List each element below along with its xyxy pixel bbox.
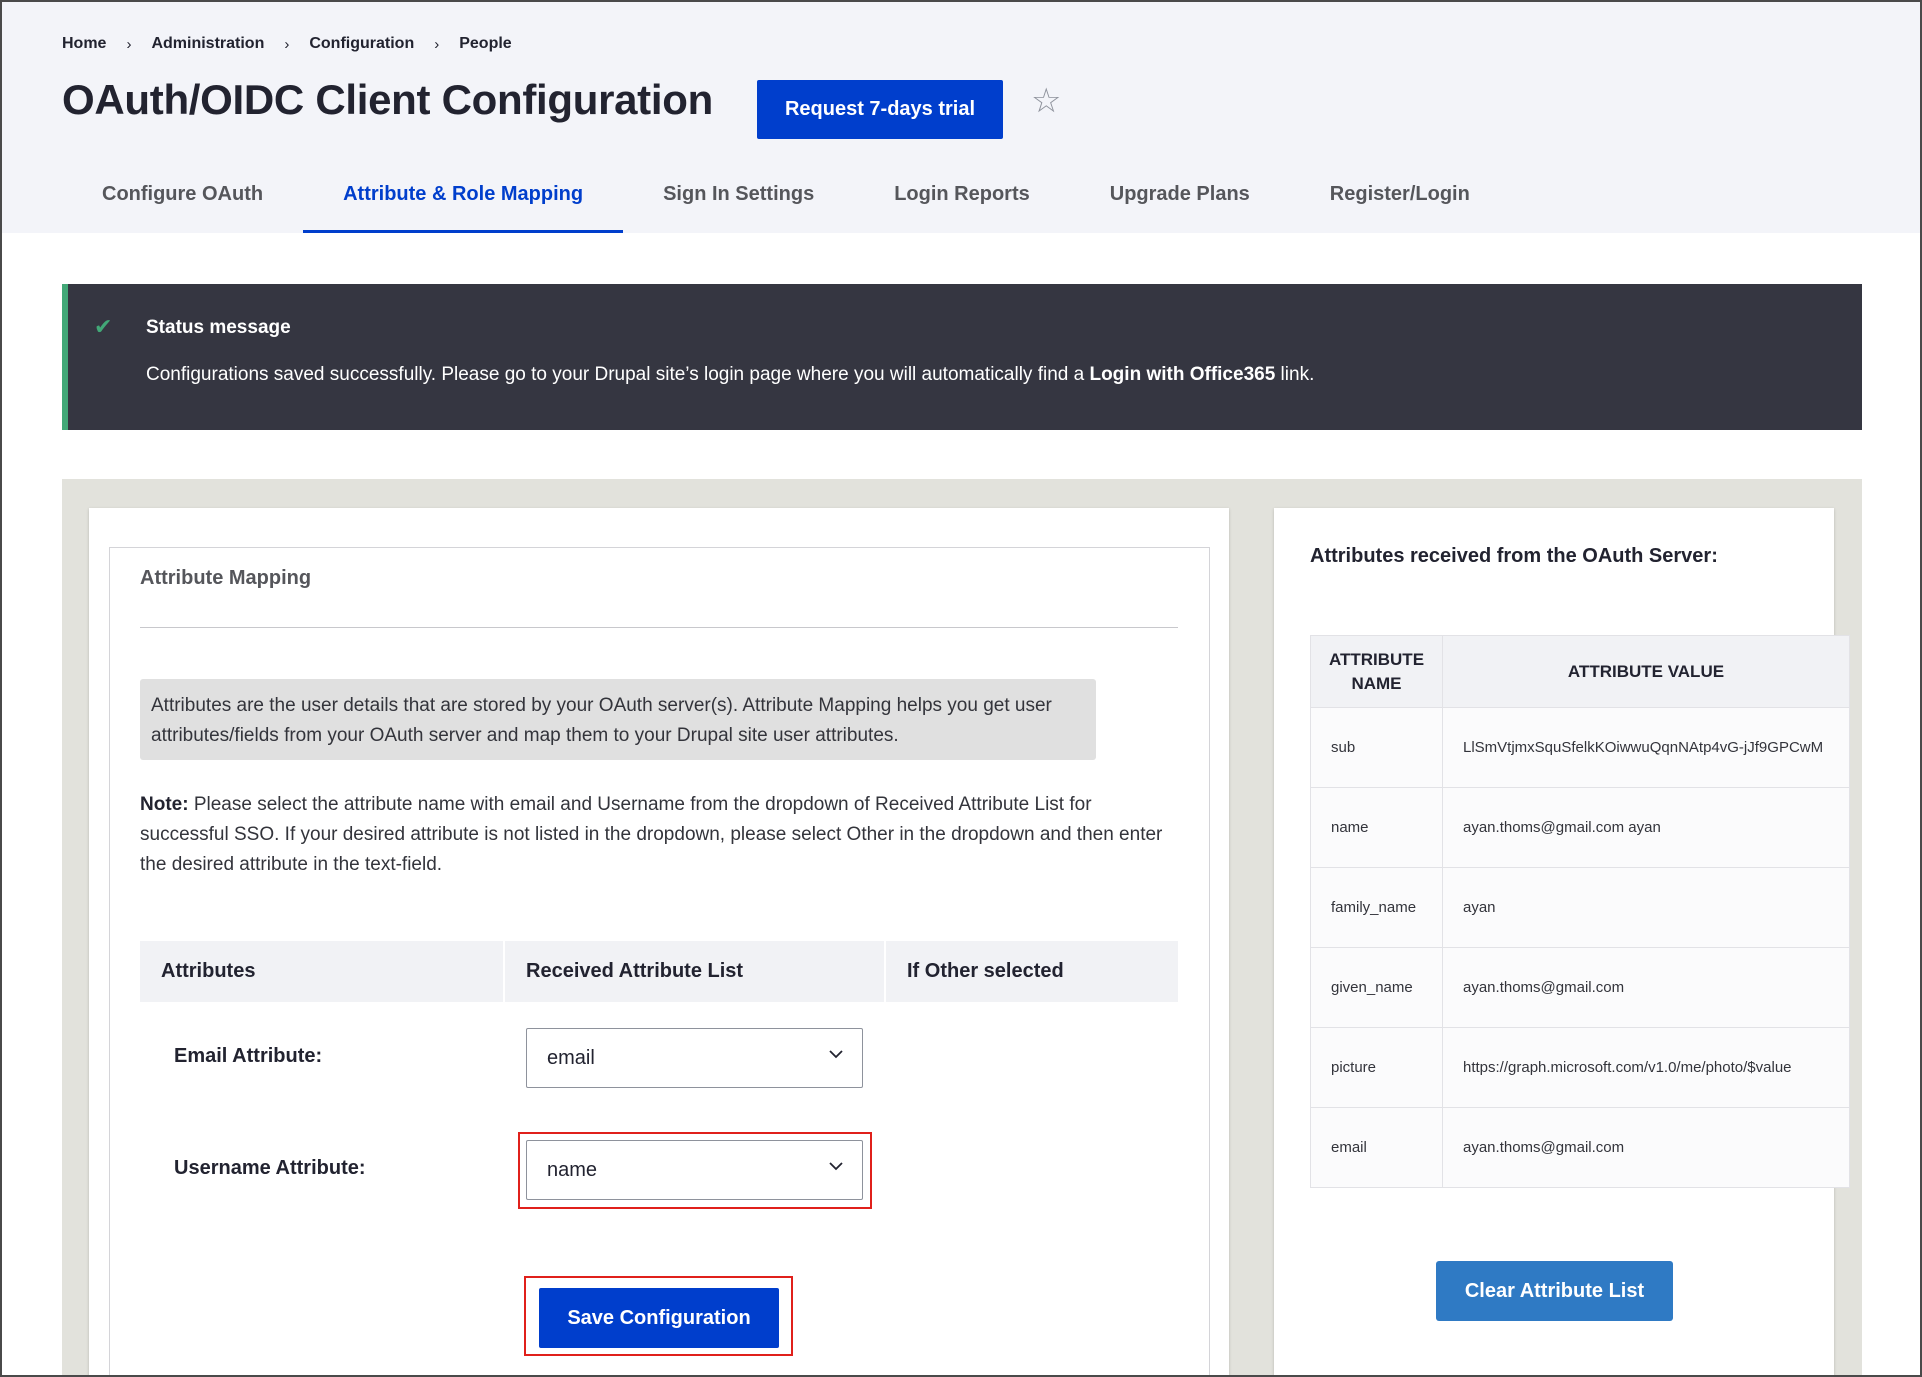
attribute-name-cell: family_name <box>1310 867 1443 948</box>
breadcrumb-separator: › <box>434 35 440 53</box>
table-header-row: ATTRIBUTE NAME ATTRIBUTE VALUE <box>1310 635 1850 708</box>
status-text-suffix: link. <box>1275 364 1315 385</box>
note-text: Note: Please select the attribute name w… <box>140 790 1180 880</box>
breadcrumb-separator: › <box>126 35 132 53</box>
email-attribute-select[interactable]: email <box>526 1028 863 1088</box>
mapping-table: Attributes Received Attribute List If Ot… <box>140 941 1178 1002</box>
attribute-mapping-legend: Attribute Mapping <box>140 567 312 589</box>
status-text: Configurations saved successfully. Pleas… <box>146 364 1314 386</box>
breadcrumb-home[interactable]: Home <box>62 35 106 53</box>
save-configuration-button[interactable]: Save Configuration <box>539 1288 779 1348</box>
tab-attribute-role-mapping[interactable]: Attribute & Role Mapping <box>303 183 624 233</box>
attribute-value-cell: ayan.thoms@gmail.com <box>1442 947 1850 1028</box>
table-row: email ayan.thoms@gmail.com <box>1310 1107 1850 1188</box>
tab-register-login[interactable]: Register/Login <box>1290 183 1510 233</box>
chevron-down-icon <box>829 1050 843 1059</box>
chevron-down-icon <box>829 1162 843 1171</box>
breadcrumb-administration[interactable]: Administration <box>151 35 264 53</box>
note-label: Note: <box>140 794 189 815</box>
mapping-table-header: Attributes Received Attribute List If Ot… <box>140 941 1178 1002</box>
attribute-name-cell: picture <box>1310 1027 1443 1108</box>
note-body: Please select the attribute name with em… <box>140 794 1163 875</box>
checkmark-icon: ✔ <box>94 314 113 339</box>
status-message: ✔ Status message Configurations saved su… <box>62 284 1862 430</box>
column-header-attributes: Attributes <box>140 941 505 1002</box>
breadcrumb-people[interactable]: People <box>459 35 511 53</box>
username-attribute-label: Username Attribute: <box>174 1157 366 1179</box>
column-header-attribute-value: ATTRIBUTE VALUE <box>1442 635 1850 708</box>
request-trial-button[interactable]: Request 7-days trial <box>757 80 1003 139</box>
table-row: sub LlSmVtjmxSquSfelkKOiwwuQqnNAtp4vG-jJ… <box>1310 707 1850 788</box>
table-row: name ayan.thoms@gmail.com ayan <box>1310 787 1850 868</box>
attribute-value-cell: https://graph.microsoft.com/v1.0/me/phot… <box>1442 1027 1850 1108</box>
table-row: picture https://graph.microsoft.com/v1.0… <box>1310 1027 1850 1108</box>
status-text-prefix: Configurations saved successfully. Pleas… <box>146 364 1090 385</box>
username-attribute-value: name <box>547 1158 598 1181</box>
attribute-value-cell: LlSmVtjmxSquSfelkKOiwwuQqnNAtp4vG-jJf9GP… <box>1442 707 1850 788</box>
attribute-name-cell: sub <box>1310 707 1443 788</box>
column-header-attribute-name: ATTRIBUTE NAME <box>1310 635 1443 708</box>
tab-sign-in-settings[interactable]: Sign In Settings <box>623 183 854 233</box>
tab-configure-oauth[interactable]: Configure OAuth <box>62 183 303 233</box>
attribute-name-cell: email <box>1310 1107 1443 1188</box>
column-header-received: Received Attribute List <box>505 941 886 1002</box>
table-row: given_name ayan.thoms@gmail.com <box>1310 947 1850 1028</box>
column-header-other: If Other selected <box>907 960 1064 982</box>
tab-login-reports[interactable]: Login Reports <box>854 183 1070 233</box>
username-attribute-select[interactable]: name <box>526 1140 863 1200</box>
attribute-name-cell: given_name <box>1310 947 1443 1028</box>
status-title: Status message <box>146 317 291 338</box>
app-frame: Home › Administration › Configuration › … <box>0 0 1922 1377</box>
breadcrumb: Home › Administration › Configuration › … <box>62 35 512 53</box>
breadcrumb-separator: › <box>284 35 290 53</box>
page-title: OAuth/OIDC Client Configuration <box>62 76 713 123</box>
status-text-bold: Login with Office365 <box>1089 364 1276 385</box>
received-attributes-table: ATTRIBUTE NAME ATTRIBUTE VALUE sub LlSmV… <box>1310 635 1850 1188</box>
clear-attribute-list-button[interactable]: Clear Attribute List <box>1436 1261 1673 1321</box>
received-attributes-title: Attributes received from the OAuth Serve… <box>1310 545 1718 567</box>
info-box: Attributes are the user details that are… <box>140 679 1096 760</box>
email-attribute-value: email <box>547 1046 595 1069</box>
attribute-value-cell: ayan <box>1442 867 1850 948</box>
attribute-name-cell: name <box>1310 787 1443 868</box>
attribute-value-cell: ayan.thoms@gmail.com ayan <box>1442 787 1850 868</box>
page-header: Home › Administration › Configuration › … <box>2 2 1920 233</box>
breadcrumb-configuration[interactable]: Configuration <box>309 35 414 53</box>
divider <box>140 627 1178 628</box>
tab-bar: Configure OAuth Attribute & Role Mapping… <box>62 183 1510 233</box>
table-row: family_name ayan <box>1310 867 1850 948</box>
star-icon[interactable]: ☆ <box>1031 84 1061 118</box>
attribute-value-cell: ayan.thoms@gmail.com <box>1442 1107 1850 1188</box>
tab-upgrade-plans[interactable]: Upgrade Plans <box>1070 183 1290 233</box>
email-attribute-label: Email Attribute: <box>174 1045 323 1067</box>
